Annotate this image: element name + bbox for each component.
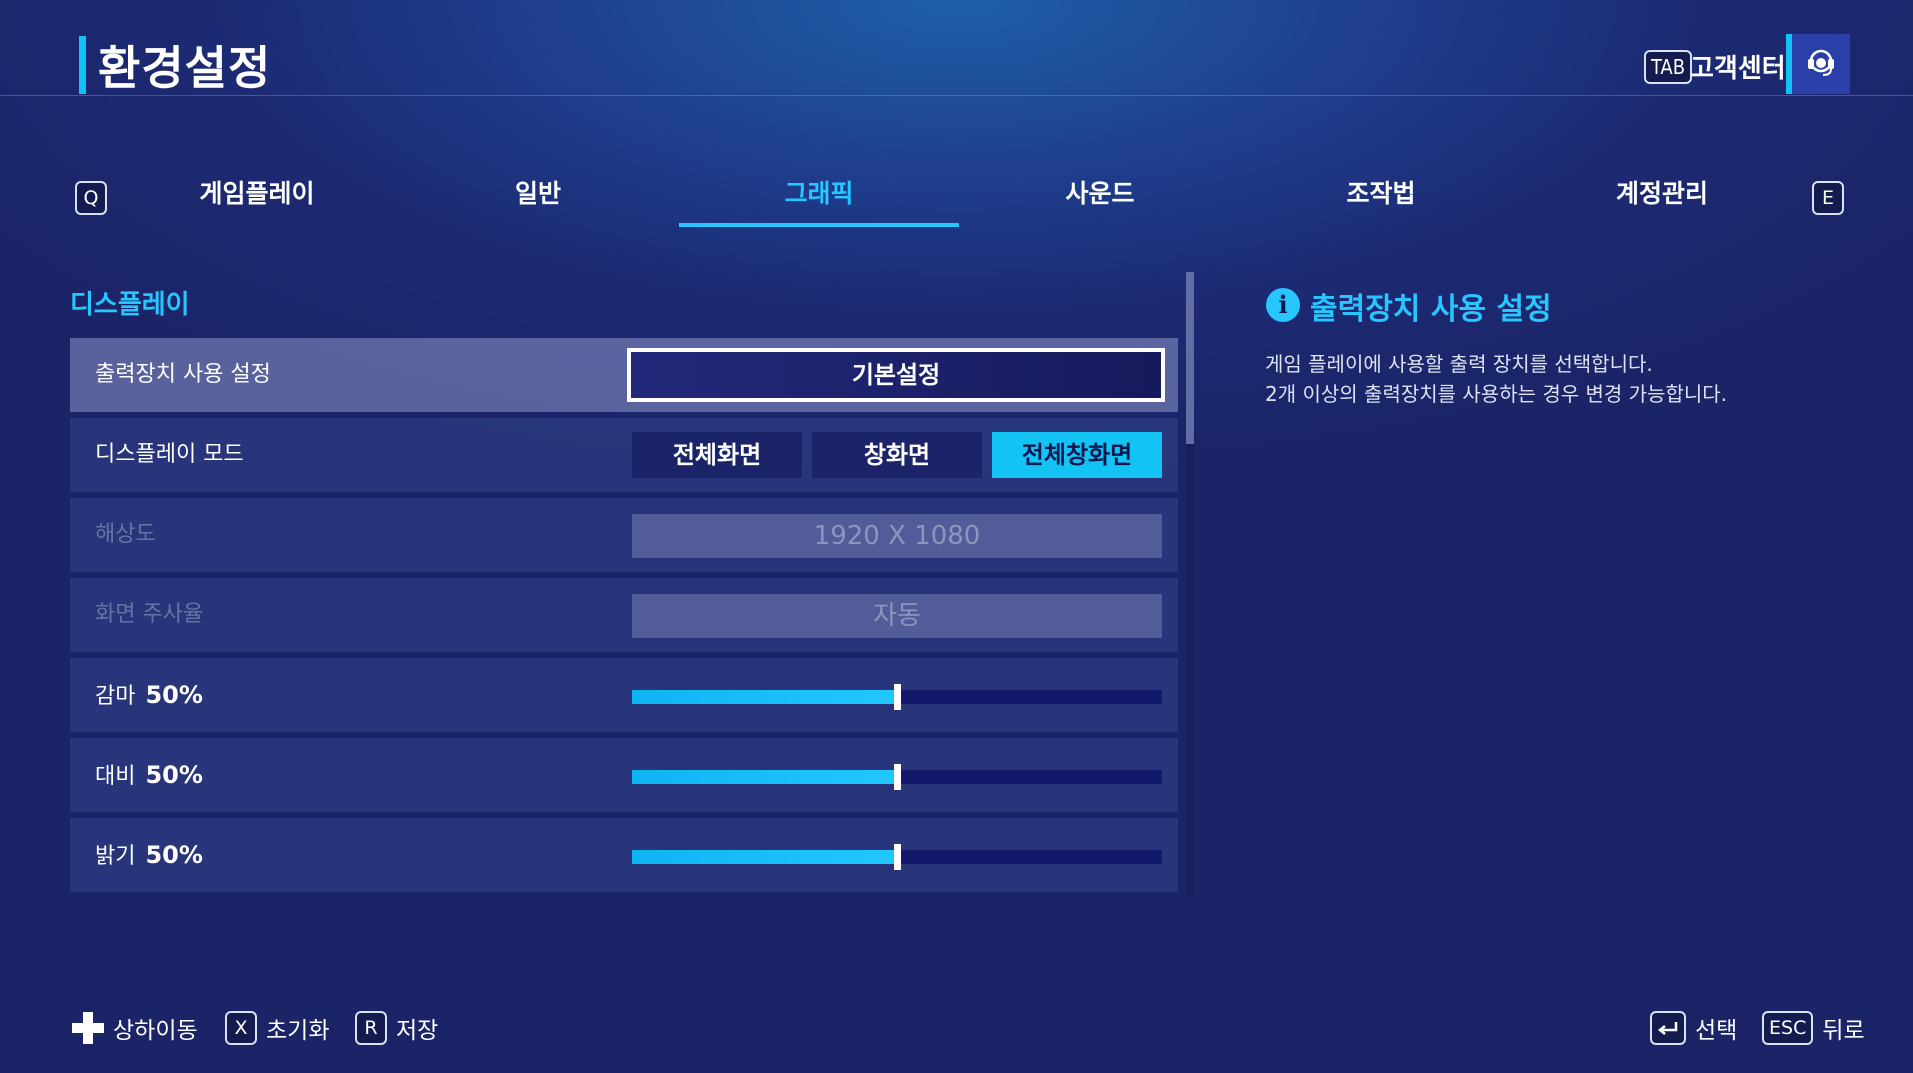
slider-fill [632, 770, 897, 784]
refresh-rate-select: 자동 [632, 594, 1162, 638]
page-title: 환경설정 [98, 41, 272, 95]
setting-row-contrast[interactable]: 대비 50% [70, 738, 1178, 812]
slider-fill [632, 850, 897, 864]
slider-handle[interactable] [894, 684, 901, 710]
header-bar: 환경설정 TAB 고객센터 [0, 0, 1913, 96]
footer-reset-hint[interactable]: X 초기화 [225, 1010, 329, 1046]
save-label: 저장 [396, 1018, 439, 1044]
select-label: 선택 [1695, 1018, 1738, 1044]
info-description-line: 게임 플레이에 사용할 출력 장치를 선택합니다. [1265, 352, 1653, 376]
tab-prev-key[interactable]: Q [75, 181, 107, 215]
dpad-icon [71, 1011, 105, 1045]
gamma-value: 50% [145, 681, 203, 709]
tab-next-key[interactable]: E [1812, 181, 1844, 215]
tab-gameplay[interactable]: 게임플레이 [117, 175, 397, 227]
setting-row-refresh-rate: 화면 주사율 자동 [70, 578, 1178, 652]
footer-move-hint: 상하이동 [71, 1010, 198, 1046]
setting-label: 출력장치 사용 설정 [95, 362, 271, 387]
setting-label: 디스플레이 모드 [95, 442, 244, 467]
slider-handle[interactable] [894, 844, 901, 870]
output-device-select[interactable]: 기본설정 [627, 348, 1165, 402]
support-button[interactable] [1786, 34, 1850, 94]
setting-label: 밝기 50% [95, 818, 203, 892]
contrast-slider[interactable] [632, 764, 1162, 790]
scrollbar-thumb[interactable] [1186, 272, 1194, 444]
footer-back-hint[interactable]: ESC 뒤로 [1762, 1010, 1865, 1046]
footer-select-hint[interactable]: 선택 [1650, 1010, 1737, 1046]
setting-label: 대비 50% [95, 738, 203, 812]
resolution-select: 1920 X 1080 [632, 514, 1162, 558]
setting-row-output-device[interactable]: 출력장치 사용 설정 기본설정 [70, 338, 1178, 412]
info-description-line: 2개 이상의 출력장치를 사용하는 경우 변경 가능합니다. [1265, 382, 1728, 406]
scrollbar[interactable] [1186, 272, 1194, 896]
contrast-label: 대비 [95, 764, 136, 789]
support-key-hint: TAB [1644, 50, 1693, 84]
setting-label: 화면 주사율 [95, 602, 204, 627]
tab-graphics[interactable]: 그래픽 [679, 175, 959, 227]
gamma-slider[interactable] [632, 684, 1162, 710]
display-mode-fullscreen[interactable]: 전체화면 [632, 432, 802, 478]
display-mode-windowed[interactable]: 창화면 [812, 432, 982, 478]
info-icon: i [1266, 288, 1300, 322]
setting-label: 감마 50% [95, 658, 203, 732]
tab-general[interactable]: 일반 [398, 175, 678, 227]
tab-account[interactable]: 계정관리 [1522, 175, 1802, 227]
gamma-label: 감마 [95, 684, 136, 709]
tab-controls[interactable]: 조작법 [1241, 175, 1521, 227]
reset-key: X [225, 1011, 257, 1045]
contrast-value: 50% [145, 761, 203, 789]
info-title: 출력장치 사용 설정 [1310, 292, 1552, 327]
save-key: R [355, 1011, 387, 1045]
tab-sound[interactable]: 사운드 [960, 175, 1240, 227]
settings-list: 출력장치 사용 설정 기본설정 디스플레이 모드 전체화면 창화면 전체창화면 … [70, 338, 1178, 898]
move-label: 상하이동 [113, 1018, 198, 1044]
slider-fill [632, 690, 897, 704]
brightness-slider[interactable] [632, 844, 1162, 870]
slider-handle[interactable] [894, 764, 901, 790]
enter-key-icon [1650, 1011, 1686, 1045]
setting-row-resolution: 해상도 1920 X 1080 [70, 498, 1178, 572]
brightness-value: 50% [145, 841, 203, 869]
display-mode-borderless[interactable]: 전체창화면 [992, 432, 1162, 478]
setting-label: 해상도 [95, 522, 156, 547]
section-title: 디스플레이 [70, 290, 190, 320]
setting-row-display-mode[interactable]: 디스플레이 모드 전체화면 창화면 전체창화면 [70, 418, 1178, 492]
support-label[interactable]: 고객센터 [1690, 48, 1786, 85]
reset-label: 초기화 [266, 1018, 330, 1044]
brightness-label: 밝기 [95, 844, 136, 869]
title-accent-bar [79, 36, 86, 94]
setting-row-gamma[interactable]: 감마 50% [70, 658, 1178, 732]
headset-icon [1804, 45, 1838, 83]
setting-row-brightness[interactable]: 밝기 50% [70, 818, 1178, 892]
back-key: ESC [1762, 1011, 1814, 1045]
footer-save-hint[interactable]: R 저장 [355, 1010, 438, 1046]
back-label: 뒤로 [1822, 1018, 1865, 1044]
